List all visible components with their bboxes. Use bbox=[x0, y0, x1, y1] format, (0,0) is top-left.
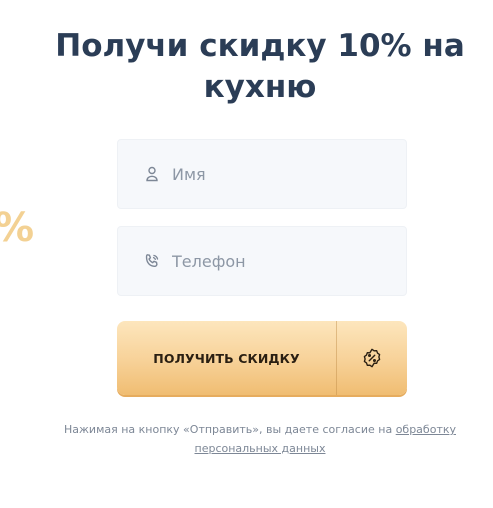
name-field-wrapper[interactable] bbox=[117, 139, 407, 209]
discount-badge-icon bbox=[337, 321, 407, 395]
name-input[interactable] bbox=[172, 164, 392, 184]
phone-input[interactable] bbox=[172, 251, 392, 271]
phone-field-wrapper[interactable] bbox=[117, 226, 407, 296]
decorative-percent-glyph: % bbox=[0, 208, 34, 248]
get-discount-button[interactable]: ПОЛУЧИТЬ СКИДКУ bbox=[117, 321, 407, 395]
page-title: Получи скидку 10% на кухню bbox=[55, 28, 465, 105]
get-discount-button-label: ПОЛУЧИТЬ СКИДКУ bbox=[117, 321, 337, 395]
phone-icon bbox=[144, 253, 160, 269]
consent-text-body: Нажимая на кнопку «Отправить», вы даете … bbox=[64, 423, 396, 436]
user-icon bbox=[144, 166, 160, 182]
consent-text: Нажимая на кнопку «Отправить», вы даете … bbox=[40, 420, 480, 458]
